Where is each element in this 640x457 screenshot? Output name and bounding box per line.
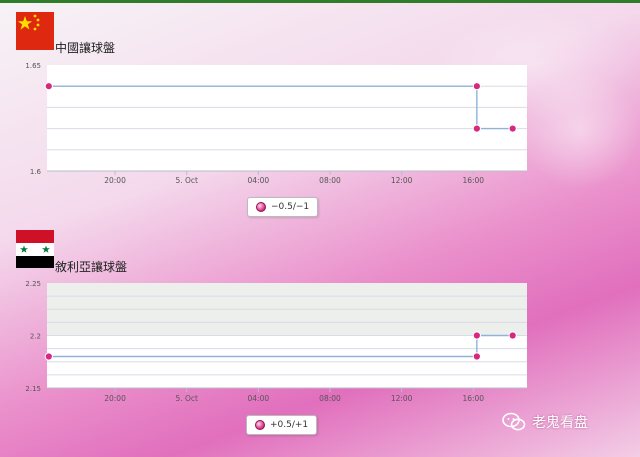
y-tick-label: 2.2	[30, 333, 41, 341]
x-tick-label: 04:00	[248, 176, 270, 185]
chart-title-syria: 敘利亞讓球盤	[55, 260, 128, 274]
data-point	[508, 124, 517, 133]
x-tick-label: 16:00	[462, 394, 484, 403]
data-point	[508, 331, 517, 340]
legend-marker-icon	[256, 202, 266, 212]
data-point	[44, 82, 53, 91]
x-tick-label: 04:00	[248, 394, 270, 403]
chart-title-china: 中國讓球盤	[55, 41, 116, 55]
y-tick-label: 1.65	[25, 62, 41, 70]
watermark: 老鬼看盘	[502, 412, 588, 432]
y-tick-label: 2.25	[25, 280, 41, 288]
wechat-icon	[502, 412, 526, 431]
legend-label: +0.5/+1	[270, 420, 309, 430]
x-tick-label: 08:00	[319, 176, 341, 185]
data-point	[44, 352, 53, 361]
y-tick-label: 2.15	[25, 385, 41, 393]
data-point	[472, 82, 481, 91]
legend-marker-icon	[255, 420, 265, 430]
x-tick-label: 5. Oct	[175, 176, 198, 185]
plot-area	[47, 65, 527, 171]
x-tick-label: 12:00	[391, 394, 413, 403]
china-flag-icon	[16, 12, 54, 50]
data-point	[472, 124, 481, 133]
chart-china: 1.65 1.6 20:00 5. Oct 04:00 08:00 12:00 16:00	[25, 62, 527, 185]
legend-syria[interactable]: +0.5/+1	[246, 415, 318, 435]
data-point	[472, 352, 481, 361]
legend-china[interactable]: −0.5/−1	[247, 197, 319, 217]
x-tick-label: 12:00	[391, 176, 413, 185]
x-tick-label: 20:00	[104, 176, 126, 185]
x-tick-label: 08:00	[319, 394, 341, 403]
chart-syria: 2.25 2.2 2.15 20:00 5. Oct 04:00 08:00 12:00 16:…	[25, 280, 527, 403]
data-point	[472, 331, 481, 340]
x-tick-label: 20:00	[104, 394, 126, 403]
top-border	[0, 0, 640, 3]
x-tick-label: 5. Oct	[175, 394, 198, 403]
syria-flag-icon	[16, 230, 54, 268]
x-tick-label: 16:00	[462, 176, 484, 185]
y-tick-label: 1.6	[30, 168, 42, 176]
watermark-text: 老鬼看盘	[532, 415, 588, 431]
legend-label: −0.5/−1	[271, 202, 310, 212]
